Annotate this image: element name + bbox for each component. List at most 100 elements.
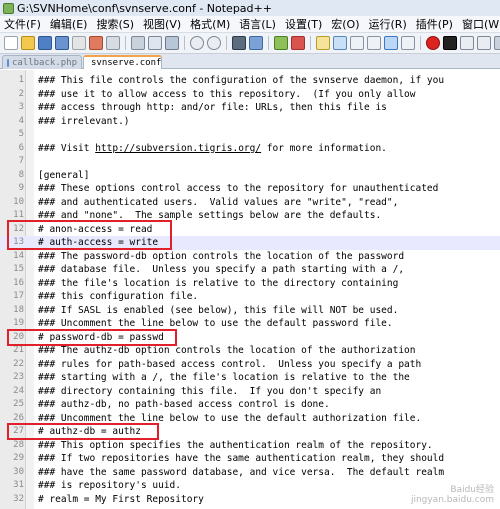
code-line[interactable]: 30 ### have the same password database, a…	[0, 466, 500, 480]
line-text-segment: ### Visit	[38, 142, 96, 154]
stop-icon[interactable]	[443, 36, 457, 50]
url-link[interactable]: http://subversion.tigris.org/	[95, 143, 261, 154]
find-icon[interactable]	[232, 36, 246, 50]
close-all-icon[interactable]	[89, 36, 103, 50]
line-text-segment: ### This option specifies the authentica…	[38, 439, 433, 451]
open-icon[interactable]	[21, 36, 35, 50]
print-icon[interactable]	[106, 36, 120, 50]
line-number: 9	[18, 183, 24, 193]
notepadpp-app-icon	[3, 2, 14, 14]
menu-language[interactable]: 语言(L)	[235, 16, 281, 32]
doc-map-icon[interactable]	[401, 36, 415, 50]
code-line[interactable]: 29 ### If two repositories have the same …	[0, 452, 500, 466]
line-text: ### have the same password database, and…	[38, 466, 444, 480]
line-text: ### directory containing this file. If y…	[38, 385, 381, 399]
tab-bar: callback.php svnserve.conf	[0, 54, 500, 69]
line-text-segment: ### This file controls the configuration…	[38, 75, 445, 86]
line-number: 8	[18, 169, 24, 180]
code-line[interactable]: 18 ### If SASL is enabled (see below), th…	[0, 304, 500, 318]
code-line[interactable]: 7	[0, 155, 500, 169]
code-line[interactable]: 3 ### access through http: and/or file: U…	[0, 101, 500, 115]
undo-icon[interactable]	[190, 36, 204, 50]
code-line[interactable]: 28 ### This option specifies the authenti…	[0, 439, 500, 453]
line-text-segment: ### this configuration file.	[38, 291, 199, 302]
code-line[interactable]: 1 ### This file controls the configuratio…	[0, 74, 500, 88]
toolbar-separator	[268, 36, 269, 50]
toolbar-separator	[184, 36, 185, 50]
line-text-segment: ### Uncomment the line below to use the …	[38, 412, 422, 424]
menu-window[interactable]: 窗口(W)	[458, 16, 500, 32]
code-line[interactable]: 8 [general]	[0, 169, 500, 183]
close-icon[interactable]	[72, 36, 86, 50]
menu-settings[interactable]: 设置(T)	[281, 16, 327, 32]
code-line[interactable]: 16 ### the file's location is relative to…	[0, 277, 500, 291]
tab-svnserve-conf[interactable]: svnserve.conf	[83, 55, 162, 69]
tab-callback-php[interactable]: callback.php	[2, 55, 82, 69]
menu-format[interactable]: 格式(M)	[186, 16, 235, 32]
menu-macro[interactable]: 宏(O)	[327, 16, 364, 32]
code-line[interactable]: 23 ### starting with a /, the file's loca…	[0, 371, 500, 385]
line-number: 15	[13, 264, 24, 274]
code-line[interactable]: 6 ### Visit http://subversion.tigris.org/…	[0, 142, 500, 156]
new-file-icon[interactable]	[4, 36, 18, 50]
line-text: ### If SASL is enabled (see below), this…	[38, 304, 398, 318]
line-number: 23	[13, 372, 24, 382]
code-line[interactable]: 4 ### irrelevant.)	[0, 115, 500, 129]
line-number: 10	[13, 196, 24, 207]
code-line[interactable]: 14 ### The password-db option controls th…	[0, 250, 500, 264]
copy-icon[interactable]	[148, 36, 162, 50]
code-line[interactable]: 5	[0, 128, 500, 142]
editor[interactable]: 1 ### This file controls the configuratio…	[0, 70, 500, 509]
save-macro-icon[interactable]	[494, 36, 500, 50]
cut-icon[interactable]	[131, 36, 145, 50]
save-all-icon[interactable]	[55, 36, 69, 50]
code-line[interactable]: 24 ### directory containing this file. If…	[0, 385, 500, 399]
indent-guide-icon[interactable]	[384, 36, 398, 50]
menu-view[interactable]: 视图(V)	[139, 16, 186, 32]
line-text: [general]	[38, 169, 89, 183]
line-text-segment: ### The password-db option controls the …	[38, 250, 405, 262]
play-multi-icon[interactable]	[477, 36, 491, 50]
line-number: 24	[13, 385, 24, 396]
line-text-segment: ### and authenticated users. Valid value…	[38, 196, 399, 208]
line-text-segment: ### If two repositories have the same au…	[38, 453, 445, 464]
line-number: 5	[18, 129, 24, 139]
line-text-segment: ### rules for path-based access control.…	[38, 358, 422, 370]
zoom-in-icon[interactable]	[274, 36, 288, 50]
menu-run[interactable]: 运行(R)	[365, 16, 412, 32]
line-text: ### The password-db option controls the …	[38, 250, 404, 264]
code-line[interactable]: 15 ### database file. Unless you specify …	[0, 263, 500, 277]
line-text: ### authz-db, no path-based access contr…	[38, 398, 330, 412]
code-line[interactable]: 2 ### use it to allow access to this repo…	[0, 88, 500, 102]
line-number: 25	[13, 399, 24, 409]
save-icon[interactable]	[38, 36, 52, 50]
menu-search[interactable]: 搜索(S)	[92, 16, 139, 32]
code-line[interactable]: 21 ### The authz-db option controls the l…	[0, 344, 500, 358]
title-bar: G:\SVNHome\conf\svnserve.conf - Notepad+…	[0, 0, 500, 16]
line-text: ### the file's location is relative to t…	[38, 277, 398, 291]
line-text: # realm = My First Repository	[38, 493, 204, 507]
wrap-icon[interactable]	[350, 36, 364, 50]
redo-icon[interactable]	[207, 36, 221, 50]
line-text: ### access through http: and/or file: UR…	[38, 101, 387, 115]
code-line[interactable]: 25 ### authz-db, no path-based access con…	[0, 398, 500, 412]
replace-icon[interactable]	[249, 36, 263, 50]
sync-h-icon[interactable]	[333, 36, 347, 50]
code-line[interactable]: 22 ### rules for path-based access contro…	[0, 358, 500, 372]
menu-edit[interactable]: 编辑(E)	[46, 16, 93, 32]
menu-file[interactable]: 文件(F)	[0, 16, 46, 32]
paste-icon[interactable]	[165, 36, 179, 50]
line-text-segment: ### irrelevant.)	[38, 115, 130, 127]
code-line[interactable]: 17 ### this configuration file.	[0, 290, 500, 304]
all-chars-icon[interactable]	[367, 36, 381, 50]
record-icon[interactable]	[426, 36, 440, 50]
code-line[interactable]: 10 ### and authenticated users. Valid val…	[0, 196, 500, 210]
toolbar-separator	[310, 36, 311, 50]
play-icon[interactable]	[460, 36, 474, 50]
zoom-out-icon[interactable]	[291, 36, 305, 50]
tab-label: callback.php	[11, 57, 77, 68]
highlight-box-authz-db	[7, 423, 159, 440]
sync-v-icon[interactable]	[316, 36, 330, 50]
code-line[interactable]: 9 ### These options control access to the…	[0, 182, 500, 196]
menu-plugins[interactable]: 插件(P)	[412, 16, 458, 32]
